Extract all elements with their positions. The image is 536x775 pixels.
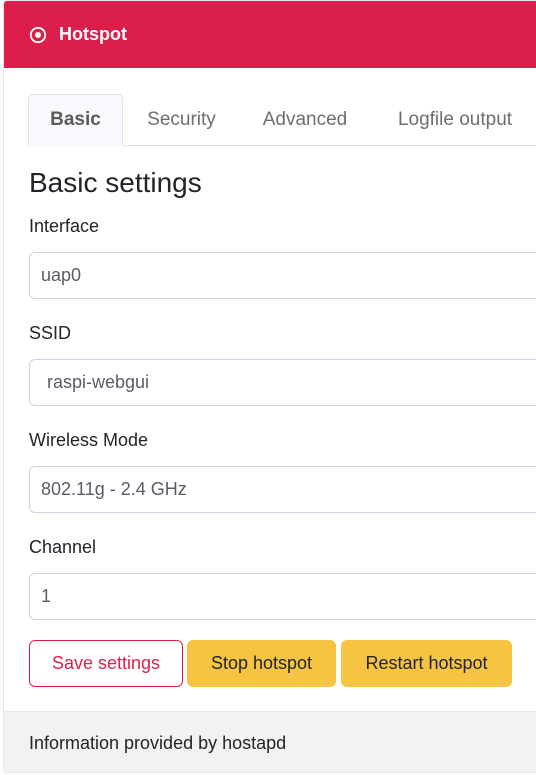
dot-circle-icon [29, 26, 47, 44]
wireless-mode-label: Wireless Mode [29, 430, 149, 450]
card-footer: Information provided by hostapd [4, 711, 536, 772]
footer-text: Information provided by hostapd [29, 732, 287, 753]
channel-value: 1 [41, 586, 52, 606]
wireless-mode-select[interactable]: 802.11g - 2.4 GHz [29, 466, 536, 513]
tab-advanced[interactable]: Advanced [240, 94, 370, 146]
tab-security[interactable]: Security [123, 94, 240, 146]
wireless-mode-value: 802.11g - 2.4 GHz [41, 479, 187, 499]
stop-hotspot-button[interactable]: Stop hotspot [187, 640, 336, 687]
settings-tabs: Basic Security Advanced Logfile output [28, 94, 536, 146]
section-title: Basic settings [29, 167, 202, 198]
tab-logfile-output[interactable]: Logfile output [370, 94, 536, 146]
channel-label: Channel [29, 537, 97, 557]
card-header: Hotspot [4, 1, 536, 68]
tab-basic[interactable]: Basic [28, 94, 123, 146]
card-title: Hotspot [59, 24, 127, 44]
hotspot-card: Hotspot Basic Security Advanced Logfile … [3, 0, 536, 773]
interface-select[interactable]: uap0 [29, 252, 536, 299]
ssid-value: raspi-webgui [47, 372, 150, 392]
ssid-label: SSID [29, 323, 72, 343]
interface-label: Interface [29, 216, 100, 236]
save-settings-button[interactable]: Save settings [29, 640, 183, 687]
ssid-input[interactable]: raspi-webgui [29, 359, 536, 406]
restart-hotspot-button[interactable]: Restart hotspot [341, 640, 512, 687]
channel-select[interactable]: 1 [29, 573, 536, 620]
interface-value: uap0 [41, 265, 82, 285]
